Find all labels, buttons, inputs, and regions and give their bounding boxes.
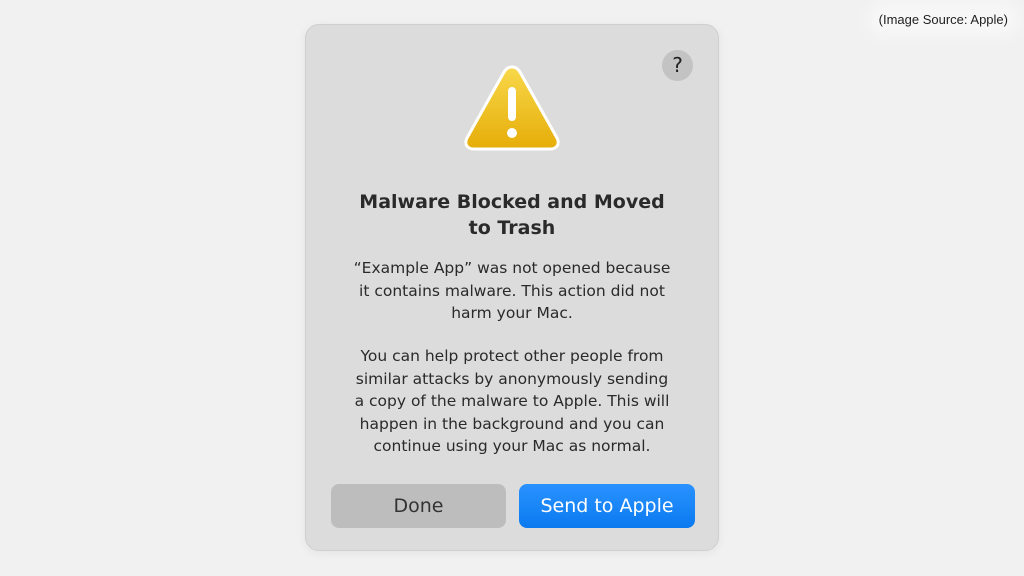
done-button[interactable]: Done [331,484,506,528]
malware-message: “Example App” was not opened because it … [334,257,690,325]
message-line: happen in the background and you can [359,414,665,433]
send-info-message: You can help protect other people from s… [334,345,690,458]
dialog-title-line: to Trash [468,217,556,239]
message-line: continue using your Mac as normal. [373,437,651,455]
message-line: You can help protect other people from [360,347,664,365]
message-line: harm your Mac. [451,304,573,322]
image-source-note: (Image Source: Apple) [874,10,1012,29]
help-button[interactable]: ? [662,50,693,81]
message-line: similar attacks by anonymously sending [355,369,669,388]
message-line: it contains malware. This action did not [359,281,665,300]
warning-triangle-icon [464,65,560,151]
send-to-apple-button[interactable]: Send to Apple [519,484,695,528]
dialog-title: Malware Blocked and Moved to Trash [336,189,688,241]
malware-alert-dialog: ? Malware Blocked and Moved to Trash “Ex… [305,24,719,551]
page: (Image Source: Apple) ? Malware Blocked … [0,0,1024,576]
message-line: “Example App” was not opened because [353,259,671,277]
dialog-title-line: Malware Blocked and Moved [359,191,665,213]
message-line: a copy of the malware to Apple. This wil… [354,392,670,410]
